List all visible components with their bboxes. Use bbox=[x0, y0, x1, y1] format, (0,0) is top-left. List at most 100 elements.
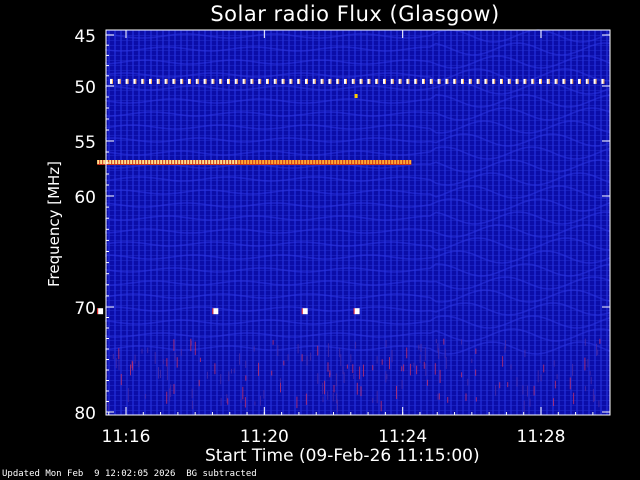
noise-speck bbox=[381, 359, 383, 365]
spike-line-dot-edge bbox=[447, 78, 449, 84]
spike-line-dot bbox=[461, 78, 463, 84]
noise-speck bbox=[131, 360, 133, 369]
noise-speck bbox=[389, 357, 390, 370]
burst-pixel bbox=[391, 160, 394, 164]
spike-line-dot bbox=[344, 78, 346, 84]
noise-speck bbox=[120, 374, 122, 386]
burst-pixel bbox=[193, 160, 196, 164]
spike-line-dot-edge bbox=[127, 78, 129, 84]
spike-line-dot bbox=[500, 78, 502, 84]
spike-line-dot bbox=[414, 78, 417, 84]
spike-line-dot-edge bbox=[252, 78, 254, 84]
burst-pixel bbox=[367, 160, 370, 164]
spike-line-dot bbox=[476, 78, 479, 84]
spike-line-dot-edge bbox=[587, 78, 589, 84]
noise-speck bbox=[254, 401, 256, 406]
burst-pixel bbox=[334, 160, 337, 164]
noise-speck bbox=[434, 363, 436, 375]
noise-speck bbox=[350, 354, 352, 363]
noise-speck bbox=[301, 354, 303, 362]
spike-line-dot bbox=[336, 78, 339, 84]
noise-speck bbox=[327, 391, 329, 400]
burst-pixel bbox=[124, 160, 127, 164]
noise-speck bbox=[180, 349, 182, 356]
noise-speck bbox=[376, 356, 378, 364]
burst-pixel bbox=[259, 160, 262, 164]
noise-speck bbox=[439, 369, 441, 383]
spike-line-dot bbox=[281, 78, 284, 84]
burst-pixel bbox=[127, 160, 130, 164]
spike-line-dot-edge bbox=[509, 78, 511, 84]
noise-speck bbox=[385, 371, 387, 383]
spike-line-dot-edge bbox=[197, 78, 199, 84]
background-noise-horizontal bbox=[106, 30, 610, 415]
noise-speck bbox=[573, 392, 575, 405]
spike-line-dot-edge bbox=[494, 78, 496, 84]
spike-line-dot-edge bbox=[275, 78, 277, 84]
noise-speck bbox=[592, 388, 594, 403]
burst-pixel bbox=[211, 160, 214, 164]
burst-pixel bbox=[277, 160, 280, 164]
plot-area bbox=[97, 29, 611, 416]
noise-speck bbox=[359, 366, 361, 380]
burst-pixel bbox=[97, 160, 100, 164]
burst-pixel bbox=[346, 160, 349, 164]
noise-speck bbox=[327, 362, 329, 372]
burst-pixel bbox=[271, 160, 274, 164]
noise-speck bbox=[438, 348, 440, 359]
noise-speck bbox=[346, 364, 348, 369]
noise-speck bbox=[584, 357, 586, 371]
spike-line-dot-edge bbox=[190, 78, 191, 84]
spike-line-dot bbox=[273, 78, 276, 84]
spike-line-dot-edge bbox=[151, 78, 152, 84]
noise-speck bbox=[263, 390, 265, 399]
spike-line-dot-edge bbox=[416, 78, 418, 84]
burst-pixel bbox=[217, 160, 220, 164]
noise-speck bbox=[419, 354, 421, 363]
noise-speck bbox=[553, 398, 554, 406]
spike-line-dot-edge bbox=[299, 78, 301, 84]
spike-line-dot bbox=[328, 78, 331, 84]
noise-speck bbox=[424, 347, 426, 361]
spike-line-dot bbox=[219, 78, 222, 84]
noise-speck bbox=[423, 361, 425, 369]
spike-line-dot-edge bbox=[221, 78, 223, 84]
noise-speck bbox=[505, 340, 506, 349]
noise-speck bbox=[438, 393, 440, 400]
noise-speck bbox=[598, 400, 600, 408]
burst-pixel bbox=[283, 160, 286, 164]
noise-speck bbox=[523, 400, 525, 413]
burst-pixel bbox=[337, 160, 340, 164]
spike-line-dot-edge bbox=[595, 78, 597, 84]
spike-line-dot-edge bbox=[369, 78, 371, 84]
noise-speck bbox=[329, 373, 331, 378]
spike-line-dot-edge bbox=[361, 78, 363, 84]
spike-line-dot bbox=[453, 78, 456, 84]
noise-speck bbox=[198, 379, 200, 387]
spike-line-dot-edge bbox=[603, 78, 605, 84]
spike-line-dot bbox=[258, 78, 261, 84]
burst-pixel bbox=[229, 160, 232, 164]
burst-pixel bbox=[256, 160, 259, 164]
spike-line-dot-edge bbox=[431, 78, 433, 84]
spike-line-dot bbox=[539, 78, 541, 84]
x-tick-label: 11:20 bbox=[240, 427, 289, 447]
burst-pixel bbox=[205, 160, 208, 164]
spike-line-dot-edge bbox=[525, 78, 527, 84]
noise-speck bbox=[385, 340, 387, 348]
spike-4 bbox=[302, 308, 308, 315]
spike-line-dot-edge bbox=[408, 78, 410, 84]
spike-line-dot-edge bbox=[283, 78, 285, 84]
noise-speck bbox=[242, 386, 244, 400]
burst-pixel bbox=[307, 160, 310, 164]
burst-pixel bbox=[160, 160, 163, 164]
noise-speck bbox=[380, 400, 382, 412]
burst-pixel bbox=[103, 160, 106, 164]
spectrogram-figure: Solar radio Flux (Glasgow) Frequency [MH… bbox=[0, 0, 640, 480]
spike-line-dot-edge bbox=[486, 78, 488, 84]
spike-edge-5 bbox=[353, 308, 355, 315]
burst-pixel bbox=[316, 160, 319, 164]
burst-pixel bbox=[175, 160, 178, 164]
noise-speck bbox=[584, 386, 586, 392]
noise-speck bbox=[596, 343, 598, 356]
